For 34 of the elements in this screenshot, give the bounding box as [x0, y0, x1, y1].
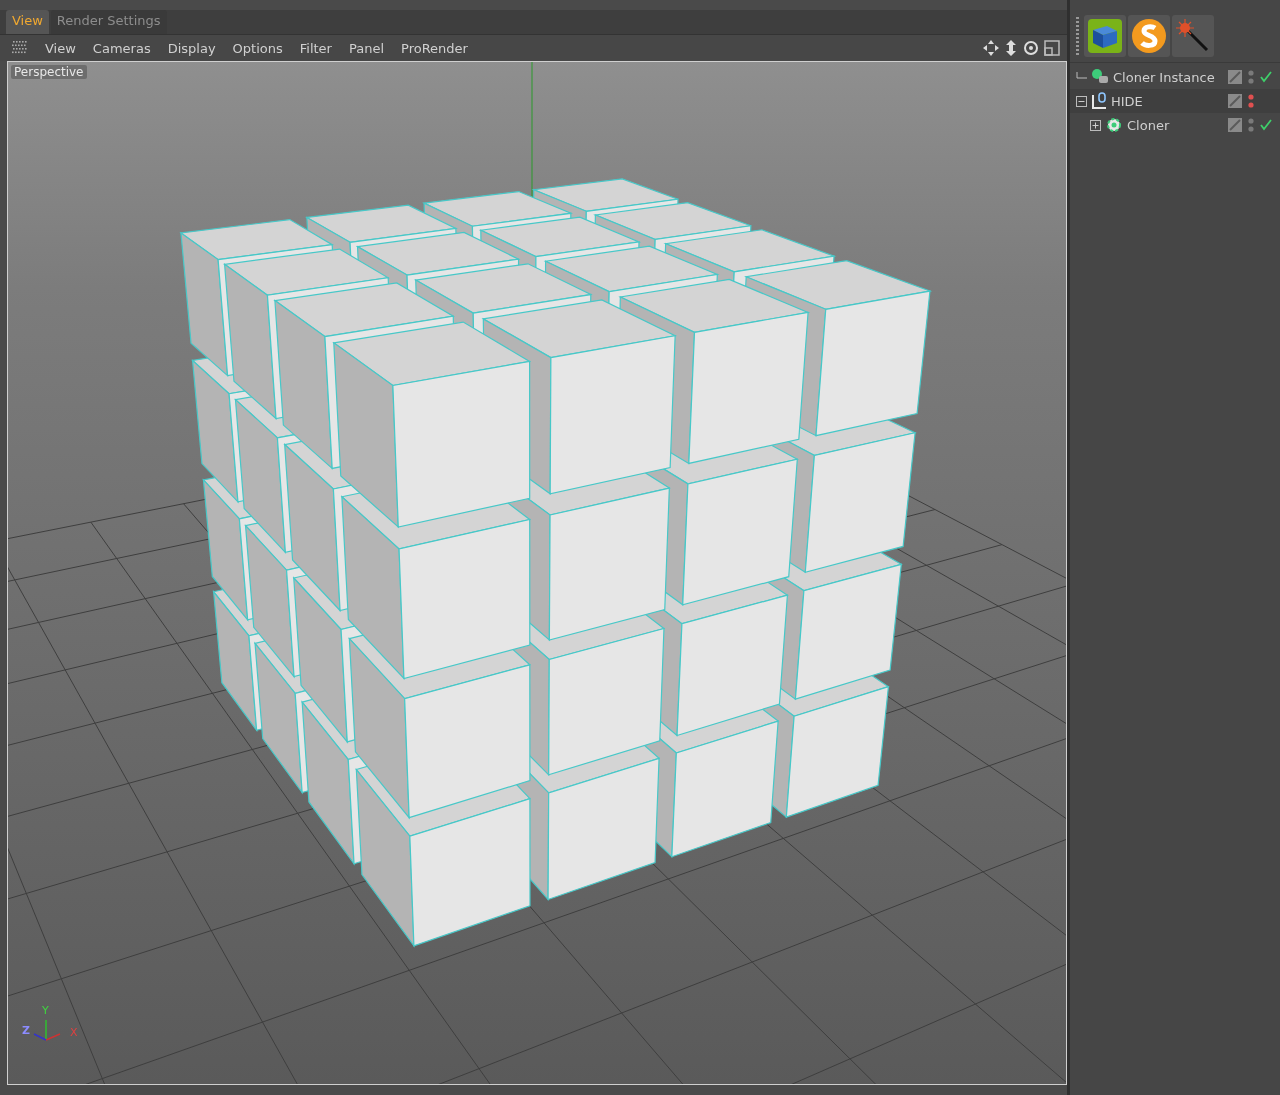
menu-item[interactable]: Display [167, 40, 216, 56]
cube-icon[interactable] [1084, 15, 1126, 57]
panel-tab[interactable]: Render Settings [50, 10, 167, 34]
viewport-label: Perspective [11, 65, 87, 79]
expand-toggle-icon[interactable] [1090, 119, 1101, 131]
object-name[interactable]: Cloner Instance [1113, 69, 1215, 85]
expand-toggle-icon[interactable] [1076, 95, 1087, 107]
axis-label: X [70, 1026, 78, 1039]
visibility-dots-icon[interactable] [1248, 69, 1254, 85]
s-logo-icon[interactable] [1128, 15, 1170, 57]
magic-wand-icon[interactable] [1172, 15, 1214, 57]
panel-tab[interactable]: View [6, 10, 49, 34]
checkmark-icon[interactable] [1260, 119, 1272, 131]
visibility-dots-icon[interactable] [1248, 117, 1254, 133]
axis-gizmo-icon [33, 1019, 61, 1041]
grip-icon [12, 41, 28, 55]
maximize-icon[interactable] [1043, 39, 1061, 57]
object-name[interactable]: Cloner [1127, 117, 1170, 133]
checkmark-icon[interactable] [1260, 71, 1272, 83]
null-object-icon [1090, 92, 1108, 110]
visibility-dots-icon[interactable] [1248, 93, 1254, 109]
menu-item[interactable]: View [45, 40, 76, 56]
axis-label: Z [22, 1024, 30, 1037]
menu-item[interactable]: Cameras [92, 40, 151, 56]
menu-item[interactable]: Filter [299, 40, 332, 56]
menu-item[interactable]: ProRender [401, 40, 468, 56]
move-icon[interactable] [982, 39, 1000, 57]
menu-item[interactable]: Panel [348, 40, 385, 56]
viewport[interactable]: Perspective Y Z X [7, 61, 1067, 1085]
grip-icon [1074, 16, 1082, 56]
object-name[interactable]: HIDE [1111, 93, 1143, 109]
axis-label: Y [42, 1004, 49, 1017]
menu-item[interactable]: Options [232, 40, 283, 56]
instance-icon [1090, 68, 1110, 86]
